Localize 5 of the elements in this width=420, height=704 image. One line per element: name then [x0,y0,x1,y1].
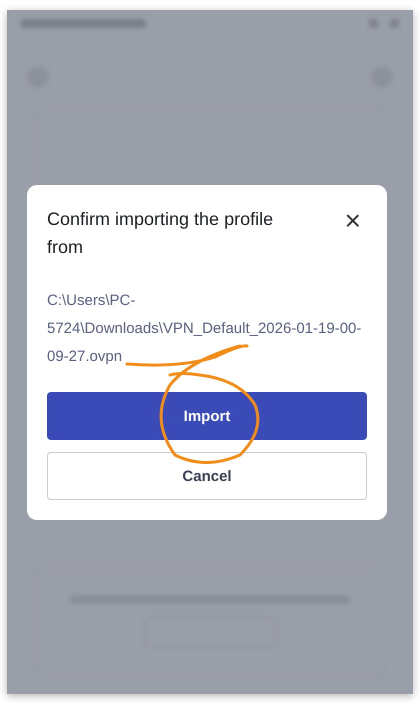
dialog-title: Confirm importing the profile from [47,208,274,259]
file-path: C:\Users\PC-5724\Downloads\VPN_Default_2026-01-19-00-09-27.ovpn [47,291,362,367]
cancel-button[interactable]: Cancel [47,452,367,500]
import-button[interactable]: Import [47,392,367,440]
close-button[interactable]: × [338,209,367,233]
